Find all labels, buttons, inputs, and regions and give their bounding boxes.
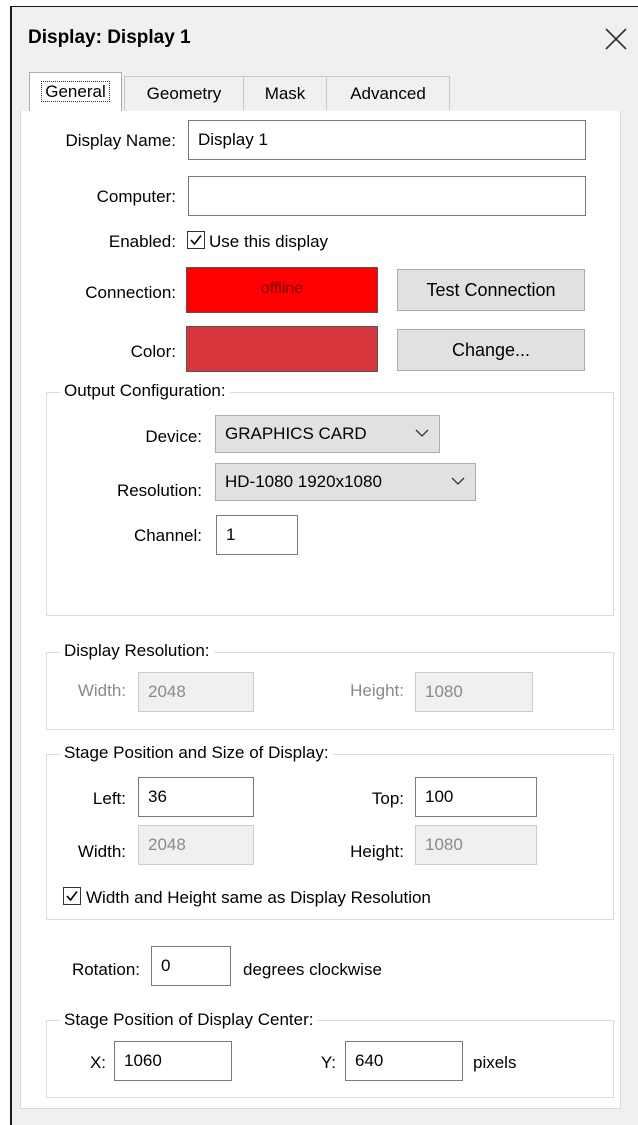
channel-input[interactable]: 1 (216, 515, 298, 555)
x-input[interactable]: 1060 (114, 1041, 232, 1081)
top-label: Top: (371, 789, 404, 808)
checkmark-icon (66, 891, 78, 902)
resolution-select[interactable]: HD-1080 1920x1080 (215, 463, 476, 501)
output-configuration-title: Output Configuration: (60, 381, 230, 401)
connection-status-indicator: offline (186, 267, 378, 313)
tab-mask[interactable]: Mask (243, 76, 327, 110)
resolution-label: Resolution: (116, 481, 202, 500)
device-value: GRAPHICS CARD (225, 424, 367, 443)
rotation-unit-label: degrees clockwise (243, 960, 382, 979)
resolution-value: HD-1080 1920x1080 (225, 472, 382, 491)
use-display-checkbox[interactable] (187, 231, 205, 249)
pixels-unit-label: pixels (473, 1053, 517, 1072)
title-bar: Display: Display 1 (12, 7, 638, 69)
stage-width-input: 2048 (138, 825, 254, 865)
tab-general[interactable]: General (29, 72, 122, 112)
display-width-input: 2048 (138, 672, 254, 712)
color-label: Color: (130, 342, 176, 361)
display-resolution-title: Display Resolution: (60, 641, 214, 661)
computer-label: Computer: (96, 187, 176, 206)
display-height-input: 1080 (415, 672, 533, 712)
display-height-label: Height: (350, 681, 404, 700)
left-input[interactable]: 36 (138, 777, 254, 817)
y-input[interactable]: 640 (345, 1041, 463, 1081)
rotation-input[interactable]: 0 (151, 946, 231, 986)
x-label: X: (89, 1053, 106, 1072)
stage-position-size-title: Stage Position and Size of Display: (60, 743, 333, 763)
use-display-label: Use this display (209, 232, 329, 251)
connection-label: Connection: (85, 283, 176, 302)
left-label: Left: (92, 789, 126, 808)
device-label: Device: (145, 427, 202, 446)
enabled-label: Enabled: (108, 232, 176, 251)
display-name-label: Display Name: (65, 131, 176, 150)
stage-height-label: Height: (350, 842, 404, 861)
checkmark-icon (190, 235, 202, 246)
rotation-label: Rotation: (71, 960, 140, 979)
close-icon[interactable] (602, 25, 630, 53)
y-label: Y: (320, 1053, 336, 1072)
display-width-label: Width: (77, 681, 126, 700)
stage-width-label: Width: (77, 842, 126, 861)
test-connection-button[interactable]: Test Connection (397, 269, 585, 311)
chevron-down-icon (451, 477, 465, 485)
color-swatch (186, 326, 378, 372)
computer-input[interactable] (188, 176, 586, 216)
tab-geometry[interactable]: Geometry (124, 76, 244, 110)
stage-height-input: 1080 (415, 825, 537, 865)
same-as-resolution-label: Width and Height same as Display Resolut… (86, 888, 431, 907)
stage-center-title: Stage Position of Display Center: (60, 1010, 318, 1030)
tab-advanced[interactable]: Advanced (326, 76, 450, 110)
change-color-button[interactable]: Change... (397, 329, 585, 371)
channel-label: Channel: (133, 526, 202, 545)
connection-status-text: offline (260, 280, 304, 297)
top-input[interactable]: 100 (415, 777, 537, 817)
device-select[interactable]: GRAPHICS CARD (215, 415, 440, 453)
display-name-input[interactable]: Display 1 (188, 120, 586, 160)
window-title: Display: Display 1 (28, 27, 191, 48)
same-as-resolution-checkbox[interactable] (63, 887, 81, 905)
chevron-down-icon (415, 429, 429, 437)
